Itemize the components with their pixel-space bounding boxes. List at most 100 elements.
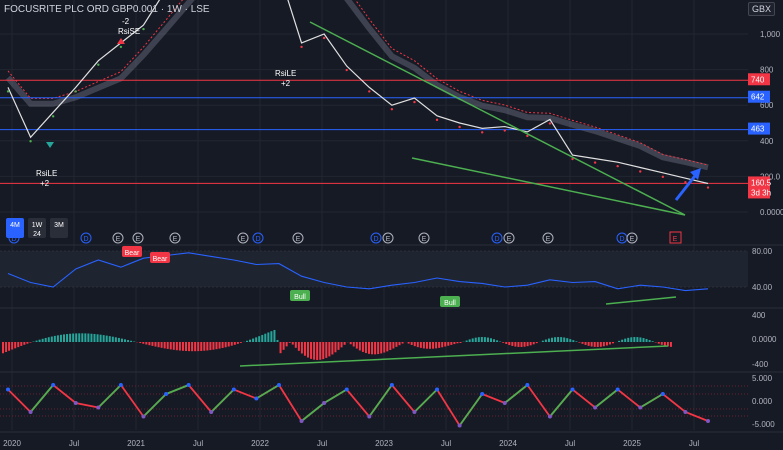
price-dot bbox=[661, 175, 665, 179]
macd-bar bbox=[468, 339, 471, 342]
price-dot bbox=[74, 90, 77, 93]
price-dot bbox=[300, 45, 303, 49]
event-marker-label: E bbox=[630, 236, 635, 243]
event-marker-label: E bbox=[136, 236, 141, 243]
macd-bar bbox=[581, 342, 584, 344]
macd-bar bbox=[642, 338, 645, 342]
macd-bar bbox=[508, 342, 511, 346]
macd-bar bbox=[608, 342, 611, 345]
price-dot bbox=[29, 140, 32, 143]
macd-bar bbox=[154, 342, 157, 347]
currency-badge[interactable]: GBX bbox=[747, 2, 775, 16]
osc-dot bbox=[254, 396, 259, 401]
macd-bar bbox=[447, 342, 450, 346]
macd-bar bbox=[114, 337, 117, 342]
price-dot bbox=[142, 27, 145, 31]
macd-bar bbox=[483, 337, 486, 342]
macd-bar bbox=[377, 342, 380, 355]
macd-bar bbox=[151, 342, 154, 346]
x-tick-label: Jul bbox=[441, 439, 451, 448]
macd-bar bbox=[496, 340, 499, 342]
rsi-tick-label: 80.00 bbox=[752, 247, 773, 256]
macd-bar bbox=[11, 342, 14, 350]
price-dot bbox=[706, 186, 710, 189]
macd-bar bbox=[416, 342, 419, 348]
macd-bar bbox=[517, 342, 520, 347]
osc-dot bbox=[412, 410, 417, 414]
osc-dot bbox=[344, 387, 349, 392]
macd-bar bbox=[328, 342, 331, 357]
timeframe-label: 3M bbox=[54, 222, 64, 229]
macd-bar bbox=[267, 332, 270, 342]
macd-bar bbox=[358, 342, 361, 351]
macd-bar bbox=[203, 342, 206, 351]
macd-bar bbox=[261, 334, 264, 342]
macd-bar bbox=[294, 342, 297, 348]
macd-bar bbox=[599, 342, 602, 347]
macd-bar bbox=[477, 337, 480, 342]
osc-dot bbox=[299, 419, 304, 423]
price-tick-label: 400 bbox=[760, 137, 774, 146]
x-tick-label: Jul bbox=[317, 439, 327, 448]
osc-dot bbox=[231, 387, 236, 392]
macd-bar bbox=[624, 338, 627, 342]
macd-bar bbox=[44, 337, 47, 342]
macd-bar bbox=[273, 329, 276, 342]
macd-bar bbox=[307, 342, 309, 358]
osc-dot bbox=[367, 414, 372, 419]
chart-canvas[interactable]: 2020 Jul 2021 Jul 2022 Jul 2023 Jul 2024 Jul 2025 J… bbox=[0, 0, 783, 450]
osc-dot bbox=[435, 387, 440, 392]
osc-dot bbox=[502, 401, 507, 405]
symbol-title: FOCUSRITE PLC ORD GBP0.001 · 1W · LSE bbox=[4, 4, 210, 15]
macd-bar bbox=[197, 342, 200, 352]
macd-bar bbox=[319, 342, 322, 360]
price-dot bbox=[322, 36, 326, 40]
macd-bar bbox=[593, 342, 596, 347]
macd-bar bbox=[26, 342, 29, 344]
event-marker-label: E bbox=[116, 236, 121, 243]
macd-bar bbox=[453, 342, 456, 345]
macd-bar bbox=[425, 342, 428, 349]
macd-bar bbox=[602, 342, 605, 347]
level-label: 642 bbox=[751, 93, 765, 102]
osc-dot bbox=[480, 392, 485, 396]
macd-bar bbox=[587, 342, 590, 346]
macd-bar bbox=[23, 342, 26, 345]
macd-bar bbox=[651, 341, 654, 342]
macd-bar bbox=[422, 342, 425, 349]
x-tick-label: Jul bbox=[689, 439, 699, 448]
osc-dot bbox=[96, 405, 101, 410]
macd-bar bbox=[429, 342, 431, 349]
event-marker-label: E bbox=[296, 236, 301, 243]
macd-bar bbox=[526, 342, 529, 347]
macd-bar bbox=[139, 342, 142, 344]
macd-bar bbox=[264, 333, 267, 342]
macd-bar bbox=[35, 340, 38, 342]
macd-bar bbox=[630, 337, 633, 342]
macd-bar bbox=[230, 342, 233, 346]
macd-bar bbox=[17, 342, 20, 348]
macd-bar bbox=[239, 342, 242, 343]
price-dot bbox=[119, 45, 123, 49]
macd-bar bbox=[490, 338, 492, 342]
macd-bar bbox=[5, 342, 8, 353]
osc-dot bbox=[209, 410, 214, 414]
macd-bar bbox=[380, 342, 383, 354]
macd-bar bbox=[532, 342, 535, 345]
macd-bar bbox=[401, 342, 404, 344]
price-dot bbox=[390, 108, 394, 111]
macd-bar bbox=[410, 342, 413, 345]
price-dot bbox=[51, 115, 55, 118]
macd-bar bbox=[227, 342, 230, 347]
rsi-signal-label: Bear bbox=[153, 256, 168, 263]
rsi-tick-label: 40.00 bbox=[752, 283, 773, 292]
macd-bar bbox=[343, 342, 346, 345]
price-dot bbox=[6, 90, 10, 93]
osc-dot bbox=[276, 383, 281, 387]
macd-bar bbox=[349, 342, 352, 345]
event-marker-label: D bbox=[619, 236, 624, 243]
macd-bar bbox=[471, 338, 474, 342]
price-tick-label: 800 bbox=[760, 66, 774, 75]
macd-bar bbox=[605, 342, 608, 346]
macd-bar bbox=[14, 342, 17, 349]
